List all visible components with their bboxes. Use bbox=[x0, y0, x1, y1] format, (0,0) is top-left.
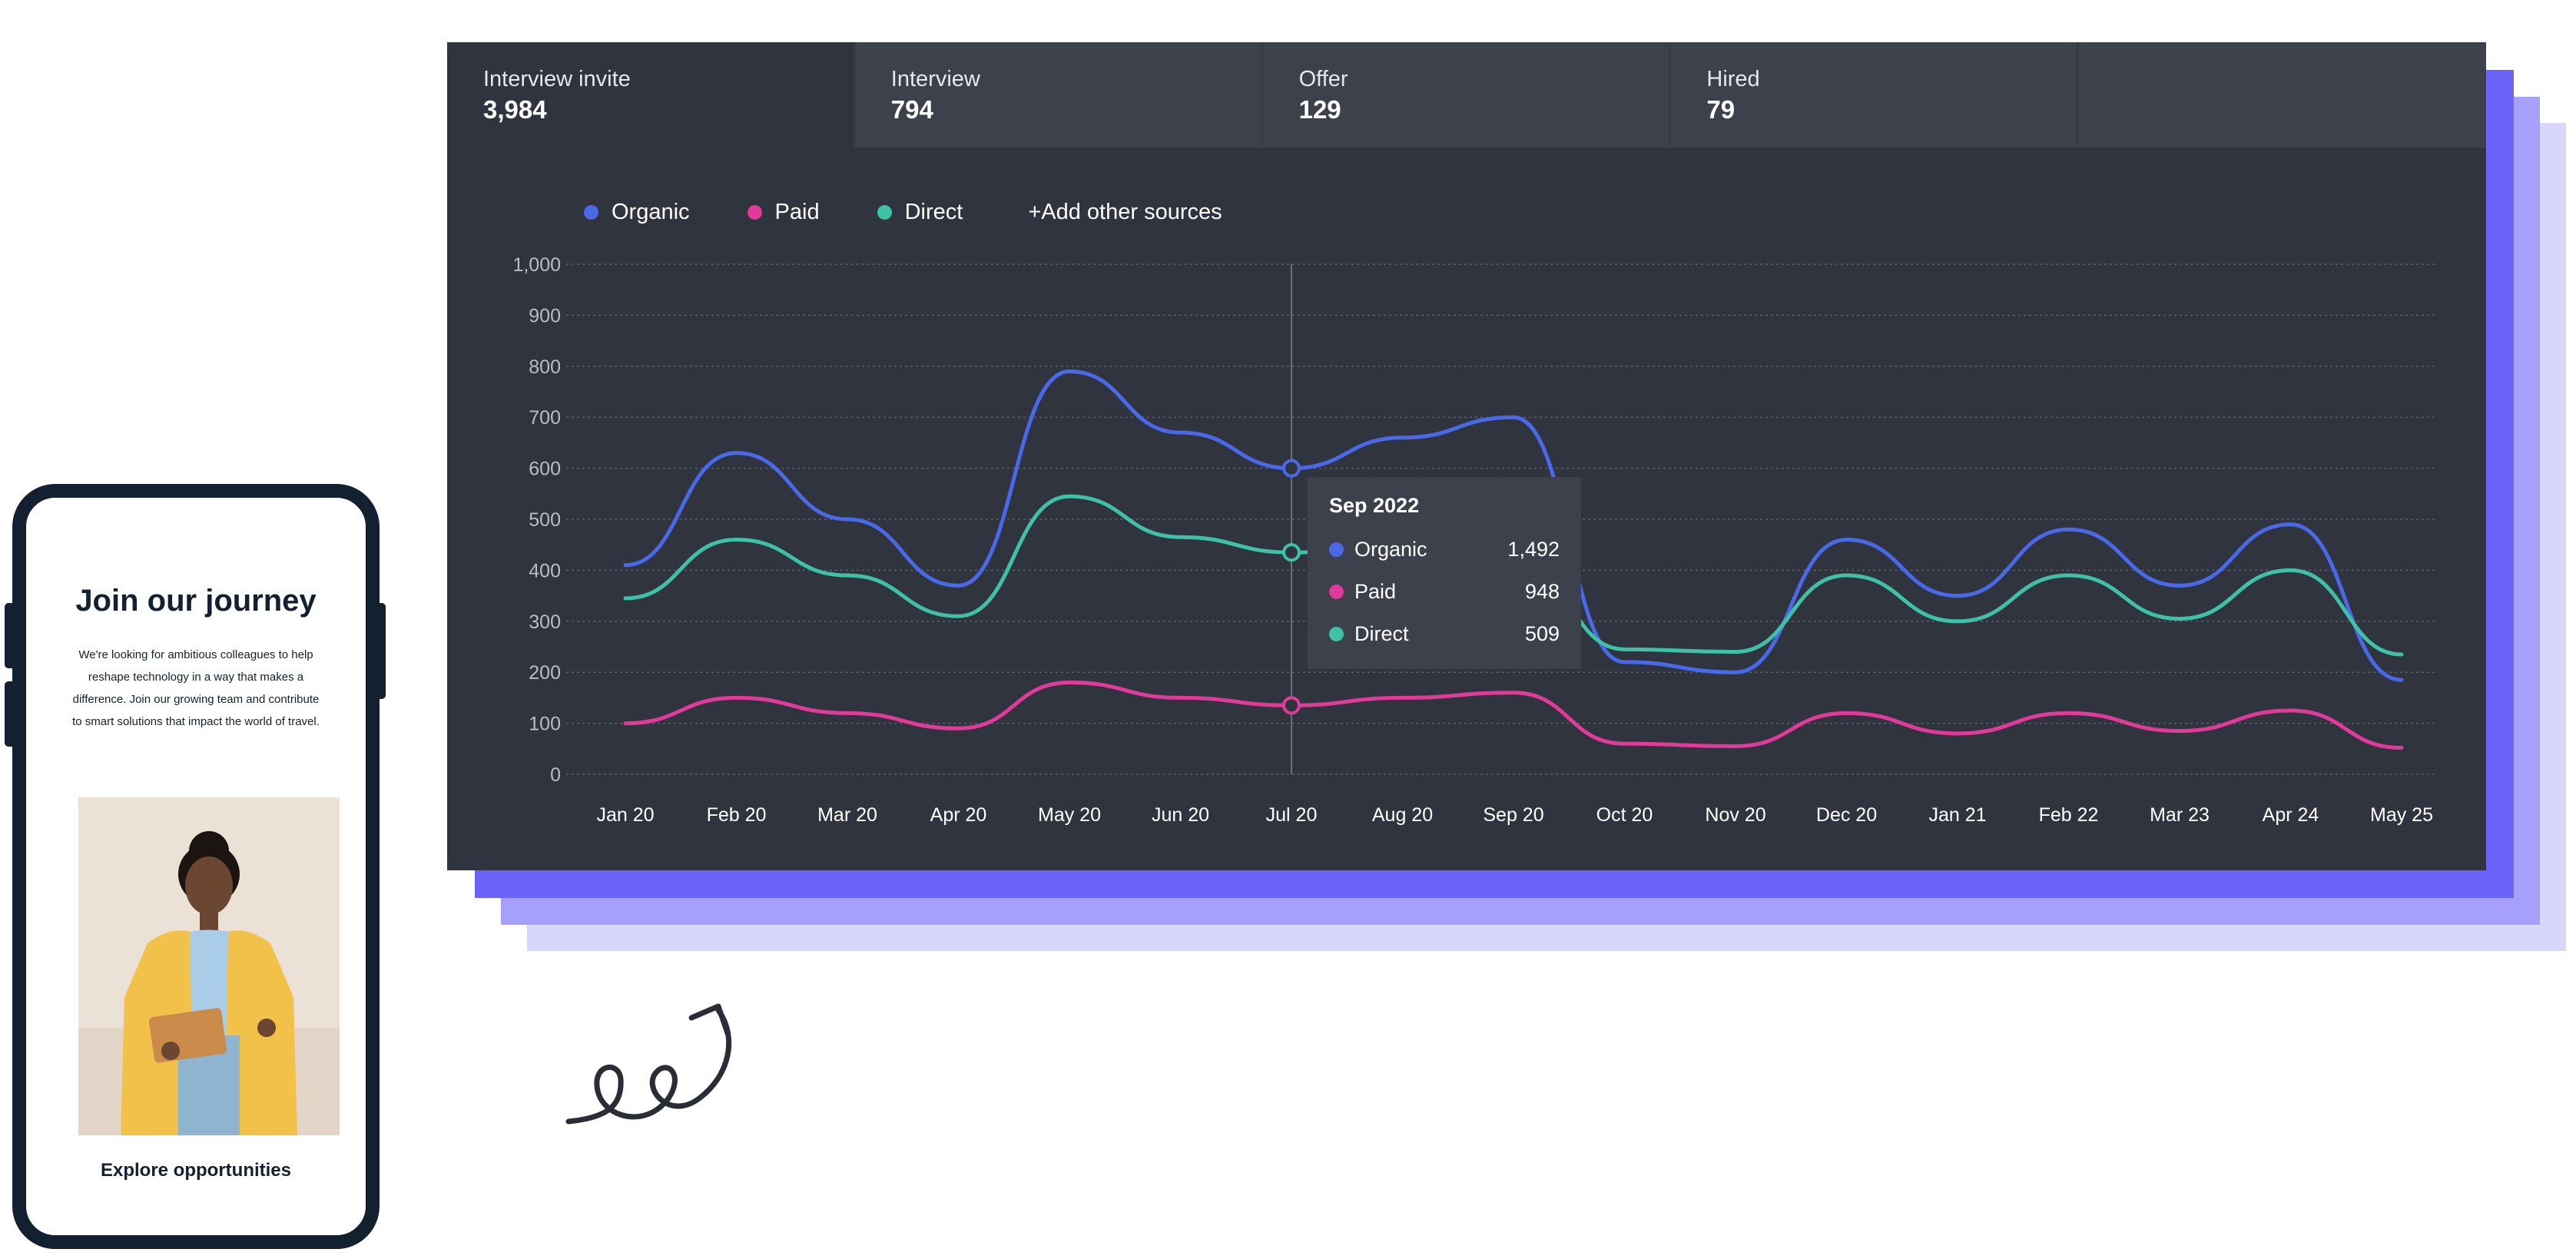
series-line-paid bbox=[623, 680, 2404, 750]
x-tick-label: Jan 21 bbox=[1928, 804, 1986, 826]
x-tick-label: Sep 20 bbox=[1483, 804, 1543, 826]
tooltip-row-direct: Direct 509 bbox=[1329, 613, 1560, 655]
y-tick-label: 0 bbox=[550, 764, 561, 786]
tooltip-row-paid: Paid 948 bbox=[1329, 571, 1560, 613]
tooltip-dot-organic bbox=[1329, 542, 1344, 557]
explore-opportunities-link[interactable]: Explore opportunities bbox=[26, 1160, 366, 1181]
data-point-highlight bbox=[1282, 543, 1301, 562]
chart-tooltip: Sep 2022 Organic 1,492 Paid 948 Direct 5… bbox=[1308, 477, 1581, 669]
x-tick-label: Jan 20 bbox=[596, 804, 654, 826]
tooltip-series-value: 509 bbox=[1524, 622, 1560, 645]
x-tick-label: Oct 20 bbox=[1596, 804, 1653, 826]
x-tick-label: Nov 20 bbox=[1705, 804, 1765, 826]
x-tick-label: May 25 bbox=[2370, 804, 2433, 826]
data-point-highlight bbox=[1282, 696, 1301, 715]
tooltip-series-name: Direct bbox=[1354, 622, 1409, 645]
y-tick-label: 800 bbox=[529, 356, 561, 378]
x-tick-label: Mar 23 bbox=[2150, 804, 2210, 826]
x-tick-label: Apr 24 bbox=[2263, 804, 2319, 826]
tooltip-series-name: Paid bbox=[1354, 580, 1397, 603]
tooltip-dot-direct bbox=[1329, 627, 1344, 641]
tooltip-series-name: Organic bbox=[1354, 538, 1427, 561]
x-tick-label: Jun 20 bbox=[1152, 804, 1209, 826]
x-tick-label: Apr 20 bbox=[930, 804, 987, 826]
y-tick-label: 600 bbox=[529, 459, 561, 480]
y-tick-label: 300 bbox=[529, 611, 561, 633]
x-tick-label: Feb 20 bbox=[707, 804, 767, 826]
y-tick-label: 900 bbox=[529, 305, 561, 326]
y-tick-label: 100 bbox=[529, 714, 561, 735]
y-tick-label: 500 bbox=[529, 509, 561, 531]
x-tick-label: Dec 20 bbox=[1816, 804, 1877, 826]
x-tick-label: May 20 bbox=[1038, 804, 1101, 826]
x-tick-label: Feb 22 bbox=[2039, 804, 2099, 826]
phone-mockup: Join our journey We're looking for ambit… bbox=[12, 484, 380, 1249]
dashboard-panel: Interview invite 3,984 Interview 794 Off… bbox=[447, 42, 2486, 870]
curly-arrow-icon bbox=[565, 1003, 732, 1125]
line-chart: 0 100 200 300 400 500 600 700 800 900 1,000 Jan 20 F… bbox=[512, 254, 2437, 826]
y-tick-label: 400 bbox=[529, 560, 561, 581]
x-tick-label: Jul 20 bbox=[1266, 804, 1318, 826]
tooltip-title: Sep 2022 bbox=[1329, 494, 1420, 517]
tooltip-row-organic: Organic 1,492 bbox=[1329, 528, 1560, 571]
phone-body-text: We're looking for ambitious colleagues t… bbox=[72, 648, 320, 728]
y-tick-label: 200 bbox=[529, 662, 561, 684]
tooltip-dot-paid bbox=[1329, 585, 1344, 599]
tooltip-series-value: 948 bbox=[1524, 580, 1560, 603]
tooltip-series-value: 1,492 bbox=[1507, 538, 1560, 561]
y-tick-label: 700 bbox=[529, 407, 561, 429]
y-tick-label: 1,000 bbox=[512, 254, 561, 276]
phone-heading: Join our journey bbox=[75, 584, 317, 618]
x-tick-label: Aug 20 bbox=[1372, 804, 1433, 826]
person-photo bbox=[78, 797, 340, 1135]
x-tick-label: Mar 20 bbox=[817, 804, 877, 826]
data-point-highlight bbox=[1282, 459, 1301, 478]
person-illustration bbox=[78, 797, 340, 1135]
